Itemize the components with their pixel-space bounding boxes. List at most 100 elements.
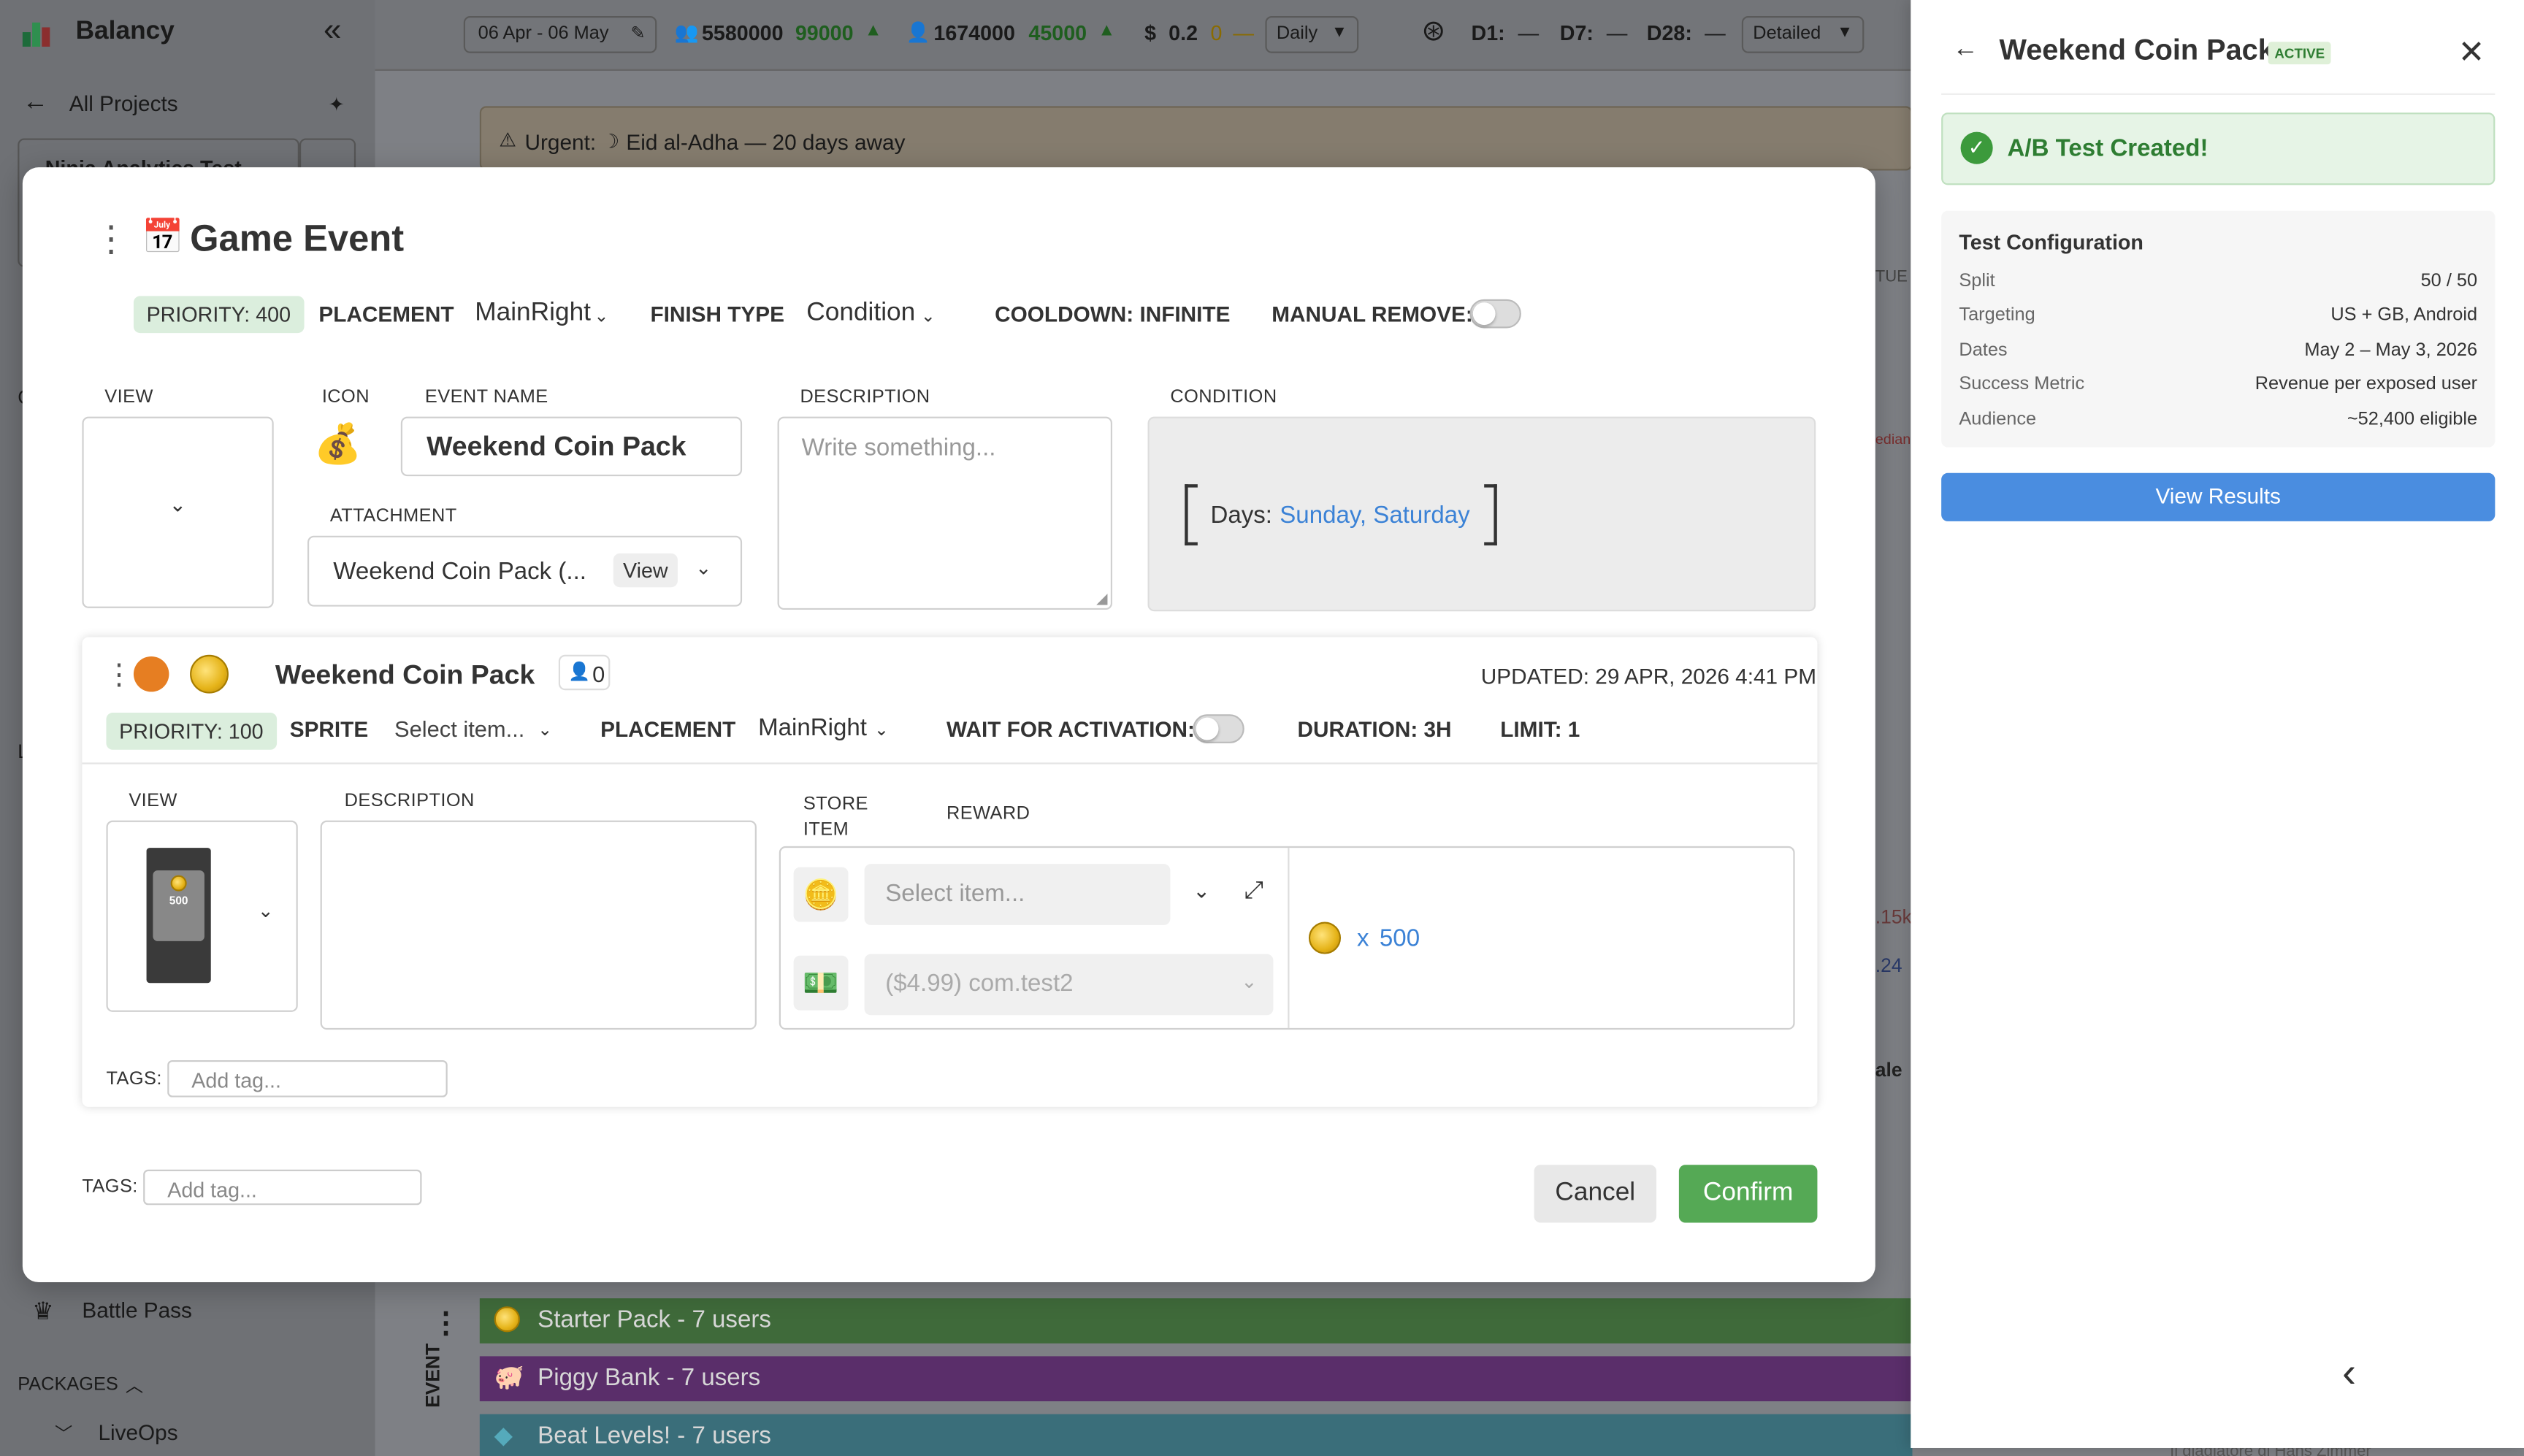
icon-label: ICON — [321, 387, 370, 407]
trend-up-icon: ▲ — [864, 20, 882, 41]
kebab-menu-icon[interactable]: ⋮ — [93, 219, 129, 261]
new-users: 1674000 — [933, 20, 1015, 45]
view-results-button[interactable]: View Results — [1941, 472, 2496, 521]
cancel-button[interactable]: Cancel — [1534, 1165, 1657, 1223]
chevron-up-icon[interactable]: ︿ — [126, 1372, 143, 1398]
tags-input[interactable]: Add tag... — [143, 1169, 422, 1206]
manual-remove-toggle[interactable] — [1469, 299, 1521, 329]
expand-icon[interactable]: ⤢ — [1244, 877, 1263, 904]
users-total: 5580000 — [701, 20, 784, 45]
reward-x: x — [1357, 924, 1369, 953]
event-row-label: EVENT — [421, 1343, 445, 1408]
bg-day-label: TUE — [1875, 268, 1908, 287]
wait-activation-label: WAIT FOR ACTIVATION: — [946, 717, 1195, 742]
coin-icon — [190, 654, 229, 694]
beat-levels-bar[interactable]: ◆ Beat Levels! - 7 users — [479, 1414, 1913, 1456]
banner-label: Urgent: — [524, 130, 597, 155]
date-range-picker[interactable]: 06 Apr - 06 May ✎ — [463, 16, 657, 53]
chevron-down-icon: ⌄ — [169, 492, 187, 517]
offer-tags-input[interactable]: Add tag... — [167, 1060, 448, 1097]
sidebar-item-liveops[interactable]: LiveOps — [98, 1421, 177, 1445]
offer-priority-badge[interactable]: PRIORITY: 100 — [106, 713, 277, 750]
confirm-button[interactable]: Confirm — [1678, 1165, 1818, 1223]
offer-placement-select[interactable]: MainRight — [758, 714, 867, 741]
topbar: 06 Apr - 06 May ✎ 👥 5580000 99000 ▲ 👤 16… — [375, 0, 1913, 71]
back-arrow-icon[interactable]: ← — [23, 88, 48, 118]
config-key: Split — [1959, 272, 1995, 291]
event-name-input[interactable]: Weekend Coin Pack — [400, 416, 743, 477]
config-value: 50 / 50 — [2420, 272, 2478, 291]
d1-value: — — [1518, 20, 1540, 45]
duration-label: DURATION: 3H — [1297, 717, 1452, 742]
chart-badge-icon[interactable] — [133, 656, 169, 692]
close-icon[interactable]: ✕ — [2458, 32, 2485, 72]
kebab-menu-icon[interactable]: ⋮ — [104, 658, 134, 691]
sprite-label: SPRITE — [289, 717, 369, 742]
config-title: Test Configuration — [1959, 230, 2144, 255]
piggy-bank-bar[interactable]: 🐖 Piggy Bank - 7 users — [479, 1356, 1913, 1402]
limit-label: LIMIT: 1 — [1500, 717, 1580, 742]
d7-label: D7: — [1559, 20, 1594, 45]
chevron-down-icon[interactable]: ⌄ — [538, 719, 552, 740]
puzzle-icon[interactable]: ✦ — [329, 93, 345, 116]
revenue-delta: 0 — [1210, 20, 1223, 45]
condition-label: CONDITION — [1170, 387, 1277, 407]
offer-card: ⋮ Weekend Coin Pack 👤 0 UPDATED: 29 APR,… — [82, 637, 1818, 1107]
calendar-icon: 📅 — [141, 218, 184, 256]
chevron-left-icon[interactable]: ‹ — [2342, 1348, 2356, 1398]
banner-event: Eid al-Adha — 20 days away — [626, 130, 906, 155]
urgent-banner: ⚠ Urgent: ☽ Eid al-Adha — 20 days away — [479, 106, 1913, 171]
offer-view-selector[interactable]: 500 ⌄ — [106, 820, 298, 1012]
store-item-select[interactable]: Select item... — [864, 864, 1171, 925]
period-select[interactable]: Daily ▼ — [1265, 16, 1359, 53]
sprite-select[interactable]: Select item... — [394, 716, 524, 741]
offer-tags-label: TAGS: — [106, 1070, 162, 1089]
chevron-down-icon[interactable]: ⌄ — [921, 306, 936, 326]
view-selector[interactable]: ⌄ — [82, 416, 274, 608]
starter-pack-bar[interactable]: Starter Pack - 7 users — [479, 1298, 1913, 1344]
reward-amount[interactable]: 500 — [1380, 925, 1420, 952]
cash-icon: 💵 — [793, 955, 849, 1011]
coins-icon[interactable]: 💰 — [314, 421, 362, 468]
description-textarea[interactable]: Write something... ◢ — [777, 416, 1113, 610]
all-projects-link[interactable]: All Projects — [69, 92, 178, 116]
back-arrow-icon[interactable]: ← — [1953, 35, 1978, 64]
chevron-down-icon: ⌄ — [257, 899, 274, 922]
config-key: Dates — [1959, 341, 2008, 361]
divider — [82, 762, 1818, 765]
finish-type-select[interactable]: Condition — [806, 299, 915, 329]
store-reward-box: 🪙 Select item... ⌄ ⤢ 💵 ($4.99) com.test2… — [779, 846, 1795, 1030]
chevron-down-icon[interactable]: ﹀ — [55, 1421, 72, 1447]
reward-coin-icon — [1308, 922, 1342, 954]
reward-label: REWARD — [946, 804, 1030, 824]
d28-label: D28: — [1646, 20, 1692, 45]
collapse-sidebar-icon[interactable]: « — [324, 13, 342, 50]
priority-badge[interactable]: PRIORITY: 400 — [133, 296, 304, 334]
chevron-down-icon[interactable]: ⌄ — [874, 719, 889, 740]
d1-label: D1: — [1471, 20, 1505, 45]
crown-icon: ♛ — [32, 1298, 54, 1326]
sidebar-item-battle-pass[interactable]: Battle Pass — [82, 1298, 192, 1322]
offer-description-label: DESCRIPTION — [344, 792, 475, 811]
condition-box[interactable]: Days: Sunday, Saturday — [1147, 416, 1816, 612]
bg-median-label: edian — [1875, 431, 1911, 448]
test-configuration: Test Configuration Split 50 / 50 Targeti… — [1941, 210, 2496, 448]
chevron-down-icon[interactable]: ⌄ — [594, 306, 608, 326]
condition-days-value[interactable]: Sunday, Saturday — [1280, 502, 1469, 529]
caret-down-icon: ▼ — [1331, 24, 1347, 42]
mode-select[interactable]: Detailed ▼ — [1741, 16, 1865, 53]
price-select[interactable]: ($4.99) com.test2 ⌄ — [864, 954, 1274, 1016]
attachment-select[interactable]: Weekend Coin Pack (... View ⌄ — [307, 535, 743, 607]
chevron-down-icon: ⌄ — [1241, 970, 1258, 993]
app-name: Balancy — [75, 18, 175, 45]
kebab-menu-icon[interactable]: ⋮ — [432, 1306, 461, 1340]
chevron-down-icon[interactable]: ⌄ — [1193, 878, 1210, 904]
placement-select[interactable]: MainRight — [475, 299, 591, 329]
dash-icon: — — [1233, 20, 1254, 45]
attachment-view-button[interactable]: View — [613, 553, 678, 588]
wait-activation-toggle[interactable] — [1193, 714, 1244, 743]
bg-value-label: .24 — [1875, 954, 1902, 977]
cube-icon: ◆ — [494, 1422, 513, 1450]
offer-description-textarea[interactable] — [320, 820, 757, 1030]
placement-label: PLACEMENT — [318, 302, 454, 327]
